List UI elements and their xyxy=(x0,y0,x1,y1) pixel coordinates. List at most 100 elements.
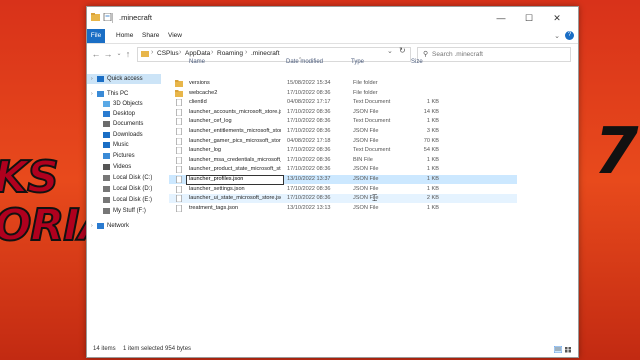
sidebar-item-label: Videos xyxy=(113,164,132,170)
sidebar-item-pictures[interactable]: Pictures xyxy=(87,151,161,161)
file-icon xyxy=(176,118,182,126)
file-row[interactable]: webcache2 17/10/2022 08:36 File folder xyxy=(169,89,517,98)
sidebar-item-label: Desktop xyxy=(113,111,136,117)
sidebar-item-downloads[interactable]: Downloads xyxy=(87,130,161,140)
ribbon: File Home Share View ⌄ ? xyxy=(87,29,578,44)
file-row[interactable]: launcher_gamer_pics_microsoft_store.json… xyxy=(169,137,517,146)
music-icon xyxy=(103,142,110,148)
help-icon[interactable]: ? xyxy=(565,31,574,40)
sidebar-item-label: Pictures xyxy=(113,153,135,159)
sidebar-item-desktop[interactable]: Desktop xyxy=(87,109,161,119)
address-dropdown-icon[interactable]: ⌄ xyxy=(387,47,393,55)
column-header-type[interactable]: Type xyxy=(351,59,364,65)
file-row[interactable]: clientId 04/08/2022 17:17 Text Document 1 K… xyxy=(169,98,517,107)
up-arrow-icon[interactable]: ↑ xyxy=(123,48,133,60)
sidebar-item-documents[interactable]: Documents xyxy=(87,119,161,129)
file-row[interactable]: launcher_msa_credentials_microsoft_stor.… xyxy=(169,156,517,165)
file-date-modified: 13/10/2022 13:13 xyxy=(287,204,331,211)
file-row[interactable]: launcher_profiles.json 13/10/2022 13:37 JS… xyxy=(169,175,517,185)
sidebar-item-label: Network xyxy=(107,223,130,229)
tab-home[interactable]: Home xyxy=(111,29,138,43)
sidebar-item-music[interactable]: Music xyxy=(87,140,161,150)
mouse-cursor-icon: ⌶ xyxy=(372,193,378,203)
breadcrumb-appdata[interactable]: AppData xyxy=(185,50,210,57)
file-type: BIN File xyxy=(353,156,373,163)
column-header-name[interactable]: Name xyxy=(189,59,205,65)
file-size: 1 KB xyxy=(426,185,439,192)
navigation-pane: › Quick access › This PC 3D Objects Desktop Do… xyxy=(87,65,161,341)
sidebar-item-quick-access[interactable]: › Quick access xyxy=(87,74,161,84)
drive-icon xyxy=(103,197,110,203)
file-name: launcher_log xyxy=(189,147,222,154)
drive-icon xyxy=(103,175,110,181)
file-type: Text Document xyxy=(353,147,391,154)
sidebar-item-label: 3D Objects xyxy=(113,101,143,107)
star-icon xyxy=(97,76,104,82)
file-name: webcache2 xyxy=(189,89,218,96)
large-icons-view-icon[interactable] xyxy=(564,346,572,353)
file-row[interactable]: launcher_log 17/10/2022 08:36 Text Documen… xyxy=(169,146,517,155)
sidebar-item-label: Music xyxy=(113,142,129,148)
tab-share[interactable]: Share xyxy=(137,29,164,43)
close-button[interactable]: ✕ xyxy=(547,11,567,25)
search-icon: ⚲ xyxy=(423,51,429,58)
minimize-button[interactable]: — xyxy=(491,11,511,25)
file-type: File folder xyxy=(353,89,378,96)
drive-icon xyxy=(103,208,110,214)
sidebar-item-local-disk-c[interactable]: Local Disk (C:) xyxy=(87,173,161,183)
file-name: launcher_msa_credentials_microsoft_stor.… xyxy=(189,156,281,163)
file-size: 3 KB xyxy=(426,128,439,134)
breadcrumb-minecraft[interactable]: .minecraft xyxy=(251,50,280,57)
file-row[interactable]: versions 15/08/2022 15:34 File folder xyxy=(169,79,517,88)
refresh-icon[interactable]: ↻ xyxy=(399,46,406,55)
file-date-modified: 17/10/2022 08:36 xyxy=(287,108,331,115)
expand-chevron-icon[interactable]: › xyxy=(91,221,93,231)
file-name: launcher_product_state_microsoft_store.j… xyxy=(189,166,281,173)
file-row[interactable]: treatment_tags.json 13/10/2022 13:13 JSON … xyxy=(169,204,517,213)
breadcrumb-separator: › xyxy=(151,49,154,56)
column-header-date[interactable]: Date modified xyxy=(286,59,323,65)
file-row[interactable]: launcher_product_state_microsoft_store.j… xyxy=(169,165,517,174)
file-type: JSON File xyxy=(353,128,379,134)
sidebar-item-local-disk-d[interactable]: Local Disk (D:) xyxy=(87,184,161,194)
cube-icon xyxy=(103,101,110,107)
breadcrumb-roaming[interactable]: Roaming xyxy=(217,50,243,57)
sidebar-item-videos[interactable]: Videos xyxy=(87,162,161,172)
forward-arrow-icon[interactable]: → xyxy=(103,48,113,60)
ribbon-expand-icon[interactable]: ⌄ xyxy=(554,32,560,40)
file-date-modified: 17/10/2022 08:36 xyxy=(287,147,331,154)
file-type: File folder xyxy=(353,80,378,86)
expand-chevron-icon[interactable]: › xyxy=(91,74,93,84)
properties-icon[interactable] xyxy=(103,13,112,21)
file-size: 1 KB xyxy=(426,99,439,106)
tab-file[interactable]: File xyxy=(87,29,105,43)
file-date-modified: 17/10/2022 08:36 xyxy=(287,166,331,173)
tab-view[interactable]: View xyxy=(163,29,187,43)
file-row[interactable]: launcher_entitlements_microsoft_store.js… xyxy=(169,127,517,136)
title-bar[interactable]: .minecraft — ☐ ✕ xyxy=(87,7,578,29)
background-text-line1: KS xyxy=(0,151,60,204)
file-icon xyxy=(176,204,182,212)
sidebar-item-network[interactable]: › Network xyxy=(87,221,161,231)
file-icon xyxy=(176,128,182,135)
file-row[interactable]: launcher_accounts_microsoft_store.json 17… xyxy=(169,108,517,117)
file-date-modified: 17/10/2022 08:36 xyxy=(287,156,331,163)
back-arrow-icon[interactable]: ← xyxy=(91,48,101,60)
maximize-button[interactable]: ☐ xyxy=(519,11,539,25)
column-header-size[interactable]: Size xyxy=(411,59,423,65)
breadcrumb-csplus[interactable]: CSPlus xyxy=(157,50,179,57)
expand-chevron-icon[interactable]: › xyxy=(91,89,93,99)
file-row[interactable]: launcher_settings.json 17/10/2022 08:36 JS… xyxy=(169,185,517,194)
details-view-icon[interactable] xyxy=(554,345,563,354)
folder-icon xyxy=(141,51,149,57)
file-row[interactable]: launcher_ui_state_microsoft_store.json 17… xyxy=(169,194,517,204)
search-input[interactable] xyxy=(432,49,562,59)
sidebar-item-this-pc[interactable]: › This PC xyxy=(87,89,161,99)
sidebar-item-label: Local Disk (D:) xyxy=(113,186,153,192)
sidebar-item-3d-objects[interactable]: 3D Objects xyxy=(87,99,161,109)
rename-input[interactable]: launcher_profiles.json xyxy=(186,175,284,185)
breadcrumb-separator: › xyxy=(211,49,214,56)
sidebar-item-local-disk-e[interactable]: Local Disk (E:) xyxy=(87,195,161,205)
sidebar-item-my-stuff-f[interactable]: My Stuff (F:) xyxy=(87,206,161,216)
file-row[interactable]: launcher_cef_log 17/10/2022 08:36 Text Doc… xyxy=(169,117,517,126)
